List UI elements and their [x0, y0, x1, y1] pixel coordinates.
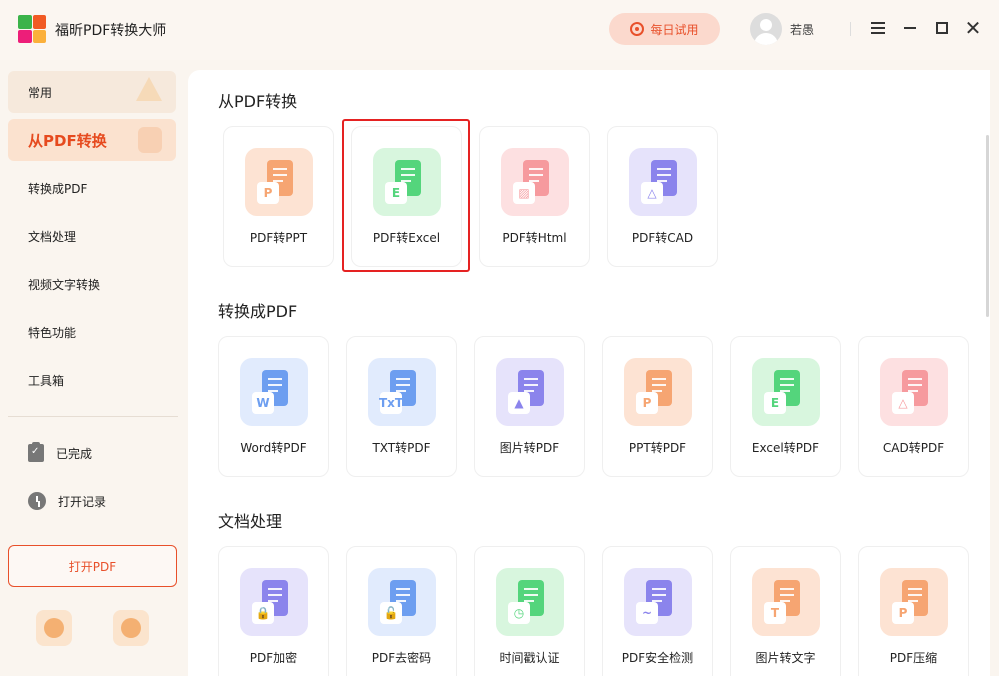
tool-card[interactable]: 🔓 PDF去密码 — [346, 546, 457, 676]
tool-label: PDF转CAD — [631, 231, 694, 245]
tool-label: PDF加密 — [249, 651, 298, 665]
tool-card[interactable]: △ CAD转PDF — [858, 336, 969, 477]
tool-icon: ◷ — [496, 568, 564, 636]
tool-icon: P — [880, 568, 948, 636]
tool-icon: ▲ — [496, 358, 564, 426]
support-icon[interactable] — [113, 610, 149, 646]
tool-label: 时间戳认证 — [499, 651, 560, 665]
tool-label: PDF压缩 — [889, 651, 938, 665]
tool-icon: △ — [629, 148, 697, 216]
tool-label: 图片转PDF — [499, 441, 560, 455]
tool-label: CAD转PDF — [882, 441, 945, 455]
tool-label: PDF去密码 — [371, 651, 432, 665]
close-icon[interactable]: ✕ — [963, 18, 983, 38]
tool-label: 图片转文字 — [755, 651, 816, 665]
section-title-to-pdf: 转换成PDF — [218, 302, 298, 321]
tool-label: Excel转PDF — [751, 441, 820, 455]
sidebar-item-to-pdf[interactable]: 转换成PDF — [8, 167, 176, 209]
document-icon — [138, 127, 162, 153]
tool-label: PDF安全检测 — [621, 651, 694, 665]
sidebar-item-label: 从PDF转换 — [28, 131, 107, 150]
sidebar-item-label: 工具箱 — [28, 373, 65, 388]
sidebar-item-label: 常用 — [28, 85, 53, 100]
tool-card[interactable]: P PDF转PPT — [223, 126, 334, 267]
minimize-icon[interactable] — [900, 18, 920, 38]
sidebar-item-common[interactable]: 常用 — [8, 71, 176, 113]
daily-trial-label: 每日试用 — [650, 22, 699, 37]
section-title-doc-processing: 文档处理 — [218, 512, 283, 531]
sidebar-item-toolbox[interactable]: 工具箱 — [8, 359, 176, 401]
title-bar: 福昕PDF转换大师 每日试用 若愚 ✕ — [0, 0, 999, 60]
target-icon — [630, 22, 645, 36]
sidebar-item-features[interactable]: 特色功能 — [8, 311, 176, 353]
tool-card[interactable]: P PDF压缩 — [858, 546, 969, 676]
sidebar-divider — [8, 416, 178, 417]
tool-card[interactable]: ▲ 图片转PDF — [474, 336, 585, 477]
username[interactable]: 若愚 — [790, 21, 814, 38]
tool-card[interactable]: T 图片转文字 — [730, 546, 841, 676]
menu-icon[interactable] — [868, 18, 888, 38]
scrollbar[interactable] — [986, 135, 989, 317]
sidebar-item-from-pdf[interactable]: 从PDF转换 — [8, 119, 176, 161]
completed-label: 已完成 — [56, 446, 93, 461]
tool-card[interactable]: E Excel转PDF — [730, 336, 841, 477]
sidebar-item-label: 文档处理 — [28, 229, 77, 244]
tool-label: PPT转PDF — [628, 441, 687, 455]
completed-link[interactable]: 已完成 — [28, 442, 93, 463]
tool-card[interactable]: ~ PDF安全检测 — [602, 546, 713, 676]
tool-label: PDF转PPT — [249, 231, 308, 245]
sidebar: 常用 从PDF转换 转换成PDF 文档处理 视频文字转换 特色功能 工具箱 已完… — [0, 60, 188, 676]
sidebar-item-label: 视频文字转换 — [28, 277, 101, 292]
tool-icon: ▨ — [501, 148, 569, 216]
clipboard-check-icon — [28, 442, 44, 462]
tool-icon: △ — [880, 358, 948, 426]
tool-icon: E — [752, 358, 820, 426]
sidebar-item-doc-processing[interactable]: 文档处理 — [8, 215, 176, 257]
tool-card[interactable]: P PPT转PDF — [602, 336, 713, 477]
app-logo — [18, 15, 46, 43]
section-title-from-pdf: 从PDF转换 — [218, 92, 298, 111]
clock-icon — [28, 492, 46, 510]
user-avatar[interactable] — [750, 13, 782, 45]
sidebar-item-label: 特色功能 — [28, 325, 77, 340]
tool-icon: 🔓 — [368, 568, 436, 636]
tool-card[interactable]: ◷ 时间戳认证 — [474, 546, 585, 676]
tool-card[interactable]: W Word转PDF — [218, 336, 329, 477]
tool-card[interactable]: △ PDF转CAD — [607, 126, 718, 267]
tool-icon: P — [245, 148, 313, 216]
app-title: 福昕PDF转换大师 — [55, 23, 167, 39]
open-pdf-button[interactable]: 打开PDF — [8, 545, 177, 587]
tool-card[interactable]: TxT TXT转PDF — [346, 336, 457, 477]
maximize-icon[interactable] — [932, 18, 952, 38]
tool-label: Word转PDF — [240, 441, 307, 455]
tool-icon: ~ — [624, 568, 692, 636]
tool-icon: 🔒 — [240, 568, 308, 636]
tool-icon: TxT — [368, 358, 436, 426]
star-icon — [136, 77, 162, 101]
tool-card[interactable]: ▨ PDF转Html — [479, 126, 590, 267]
history-label: 打开记录 — [58, 494, 107, 509]
divider — [850, 22, 851, 36]
tool-label: PDF转Html — [502, 231, 567, 245]
chat-icon[interactable] — [36, 610, 72, 646]
tool-icon: W — [240, 358, 308, 426]
sidebar-item-label: 转换成PDF — [28, 181, 88, 196]
tool-icon: P — [624, 358, 692, 426]
history-link[interactable]: 打开记录 — [28, 491, 106, 511]
tool-label: TXT转PDF — [372, 441, 431, 455]
daily-trial-button[interactable]: 每日试用 — [609, 13, 720, 45]
sidebar-item-video-text[interactable]: 视频文字转换 — [8, 263, 176, 305]
tool-card[interactable]: 🔒 PDF加密 — [218, 546, 329, 676]
selection-highlight — [342, 119, 470, 272]
tool-icon: T — [752, 568, 820, 636]
